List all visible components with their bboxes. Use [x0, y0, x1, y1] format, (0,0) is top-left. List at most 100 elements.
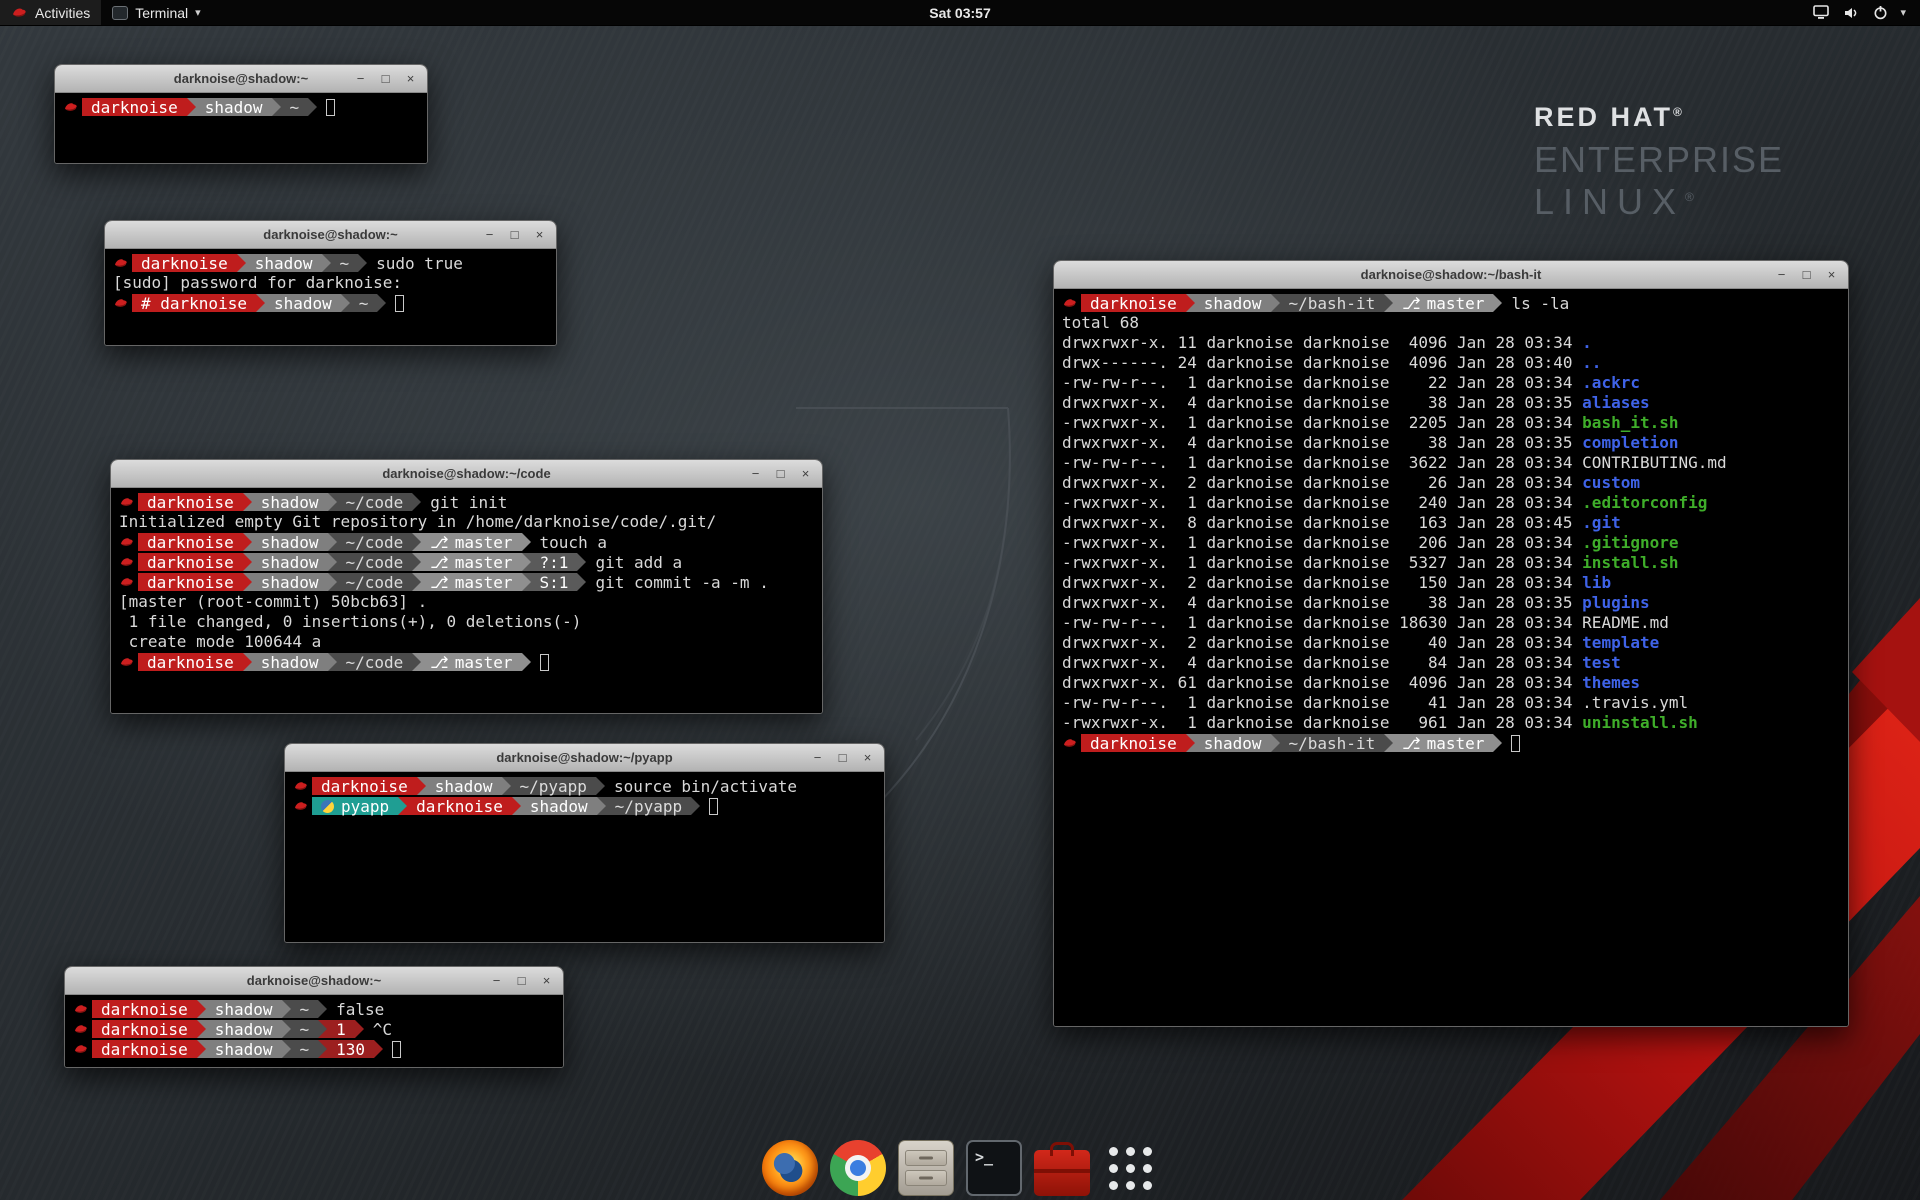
- file-meta: -rwxrwxr-x. 1 darknoise darknoise 5327 J…: [1062, 553, 1582, 572]
- window-titlebar[interactable]: darknoise@shadow:~−□×: [105, 221, 556, 249]
- file-list-row: -rw-rw-r--. 1 darknoise darknoise 3622 J…: [1062, 453, 1840, 473]
- window-titlebar[interactable]: darknoise@shadow:~−□×: [55, 65, 427, 93]
- minimize-button[interactable]: −: [810, 751, 825, 764]
- app-menu[interactable]: Terminal ▾: [101, 0, 211, 25]
- file-name: template: [1582, 633, 1659, 652]
- powerline-arrow-icon: [318, 1040, 327, 1058]
- file-name: .editorconfig: [1582, 493, 1707, 512]
- terminal-prompt-line: pyappdarknoiseshadow~/pyapp: [293, 796, 876, 816]
- terminal-content[interactable]: darknoiseshadow~/bash-it⎇masterls -latot…: [1054, 289, 1848, 1026]
- prompt-segment-path: ~/code: [337, 553, 413, 571]
- minimize-button[interactable]: −: [1774, 268, 1789, 281]
- power-icon[interactable]: [1873, 5, 1888, 20]
- window-titlebar[interactable]: darknoise@shadow:~−□×: [65, 967, 563, 995]
- maximize-button[interactable]: □: [507, 228, 522, 241]
- firefox-icon[interactable]: [762, 1140, 818, 1196]
- terminal-window[interactable]: darknoise@shadow:~−□×darknoiseshadow~fal…: [64, 966, 564, 1068]
- powerline-arrow-icon: [522, 653, 531, 671]
- powerline-arrow-icon: [522, 573, 531, 591]
- window-controls: −□ ×: [353, 72, 427, 85]
- terminal-window[interactable]: darknoise@shadow:~/code−□×darknoiseshado…: [110, 459, 823, 714]
- clock[interactable]: Sat 03:57: [929, 5, 990, 21]
- prompt-segment-host: shadow: [426, 777, 502, 795]
- powerline-arrow-icon: [328, 573, 337, 591]
- file-list-row: drwx------. 24 darknoise darknoise 4096 …: [1062, 353, 1840, 373]
- window-titlebar[interactable]: darknoise@shadow:~/bash-it−□×: [1054, 261, 1848, 289]
- powerline-arrow-icon: [243, 653, 252, 671]
- branch-icon: ⎇: [430, 653, 448, 672]
- chrome-icon[interactable]: [830, 1140, 886, 1196]
- system-status-area[interactable]: ▾: [1813, 0, 1920, 25]
- minimize-button[interactable]: −: [489, 974, 504, 987]
- maximize-button[interactable]: □: [1799, 268, 1814, 281]
- volume-icon[interactable]: [1843, 6, 1861, 20]
- close-button[interactable]: ×: [860, 751, 875, 764]
- prompt-segment-status: ?:1: [531, 553, 578, 571]
- file-name: .git: [1582, 513, 1621, 532]
- file-name: CONTRIBUTING.md: [1582, 453, 1727, 472]
- terminal-window[interactable]: darknoise@shadow:~/pyapp−□×darknoiseshad…: [284, 743, 885, 943]
- powerline-arrow-icon: [243, 553, 252, 571]
- window-titlebar[interactable]: darknoise@shadow:~/code−□×: [111, 460, 822, 488]
- prompt-segment-user: darknoise: [132, 254, 237, 272]
- window-titlebar[interactable]: darknoise@shadow:~/pyapp−□×: [285, 744, 884, 772]
- prompt-segment-user: darknoise: [138, 653, 243, 671]
- powerline-arrow-icon: [377, 294, 386, 312]
- maximize-button[interactable]: □: [773, 467, 788, 480]
- redhat-prompt-icon: [1062, 737, 1078, 749]
- minimize-button[interactable]: −: [353, 72, 368, 85]
- file-name: README.md: [1582, 613, 1669, 632]
- powerline-arrow-icon: [308, 98, 317, 116]
- activities-button[interactable]: Activities: [0, 0, 101, 25]
- maximize-button[interactable]: □: [835, 751, 850, 764]
- desktop: RED HAT® ENTERPRISE LINUX® >_ darknoise@…: [0, 0, 1920, 1200]
- maximize-button[interactable]: □: [514, 974, 529, 987]
- toolbox-icon[interactable]: [1034, 1150, 1090, 1196]
- prompt-segment-branch: ⎇master: [421, 653, 521, 671]
- file-name: custom: [1582, 473, 1640, 492]
- file-list-row: -rwxrwxr-x. 1 darknoise darknoise 206 Ja…: [1062, 533, 1840, 553]
- terminal-icon[interactable]: >_: [966, 1140, 1022, 1196]
- close-button[interactable]: ×: [403, 72, 418, 85]
- prompt-segment-host: shadow: [521, 797, 597, 815]
- prompt-segment-status: S:1: [531, 573, 578, 591]
- file-name: plugins: [1582, 593, 1649, 612]
- close-button[interactable]: ×: [798, 467, 813, 480]
- prompt-segment-path: ~: [350, 294, 378, 312]
- minimize-button[interactable]: −: [482, 228, 497, 241]
- powerline-arrow-icon: [417, 777, 426, 795]
- file-name: uninstall.sh: [1582, 713, 1698, 732]
- terminal-window[interactable]: darknoise@shadow:~/bash-it−□×darknoisesh…: [1053, 260, 1849, 1027]
- powerline-arrow-icon: [318, 1000, 327, 1018]
- command-text: git commit -a -m .: [586, 573, 768, 592]
- branding-linux: LINUX®: [1534, 181, 1784, 223]
- prompt-segment-path: ~/pyapp: [606, 797, 691, 815]
- terminal-prompt-line: darknoiseshadow~sudo true: [113, 253, 548, 273]
- powerline-arrow-icon: [412, 493, 421, 511]
- minimize-button[interactable]: −: [748, 467, 763, 480]
- maximize-button[interactable]: □: [378, 72, 393, 85]
- terminal-content[interactable]: darknoiseshadow~sudo true[sudo] password…: [105, 249, 556, 345]
- prompt-segment-user: darknoise: [92, 1000, 197, 1018]
- terminal-content[interactable]: darknoiseshadow~/codegit initInitialized…: [111, 488, 822, 713]
- terminal-content[interactable]: darknoiseshadow~falsedarknoiseshadow~1^C…: [65, 995, 563, 1067]
- prompt-segment-user: darknoise: [407, 797, 512, 815]
- terminal-content[interactable]: darknoiseshadow~/pyappsource bin/activat…: [285, 772, 884, 942]
- display-icon[interactable]: [1813, 5, 1831, 20]
- terminal-window[interactable]: darknoise@shadow:~−□×darknoiseshadow~: [54, 64, 428, 164]
- prompt-segment-user: darknoise: [1081, 734, 1186, 752]
- terminal-content[interactable]: darknoiseshadow~: [55, 93, 427, 163]
- terminal-window[interactable]: darknoise@shadow:~−□×darknoiseshadow~sud…: [104, 220, 557, 346]
- file-list-row: drwxrwxr-x. 4 darknoise darknoise 84 Jan…: [1062, 653, 1840, 673]
- prompt-segment-branch: ⎇master: [1393, 294, 1493, 312]
- files-icon[interactable]: [898, 1140, 954, 1196]
- close-button[interactable]: ×: [532, 228, 547, 241]
- close-button[interactable]: ×: [539, 974, 554, 987]
- terminal-app-icon: [112, 6, 128, 20]
- close-button[interactable]: ×: [1824, 268, 1839, 281]
- terminal-output-line: [sudo] password for darknoise:: [113, 273, 548, 293]
- terminal-cursor: [1511, 735, 1520, 752]
- app-grid-icon[interactable]: [1102, 1140, 1158, 1196]
- prompt-segment-path: ~: [291, 1040, 319, 1058]
- file-name: .travis.yml: [1582, 693, 1688, 712]
